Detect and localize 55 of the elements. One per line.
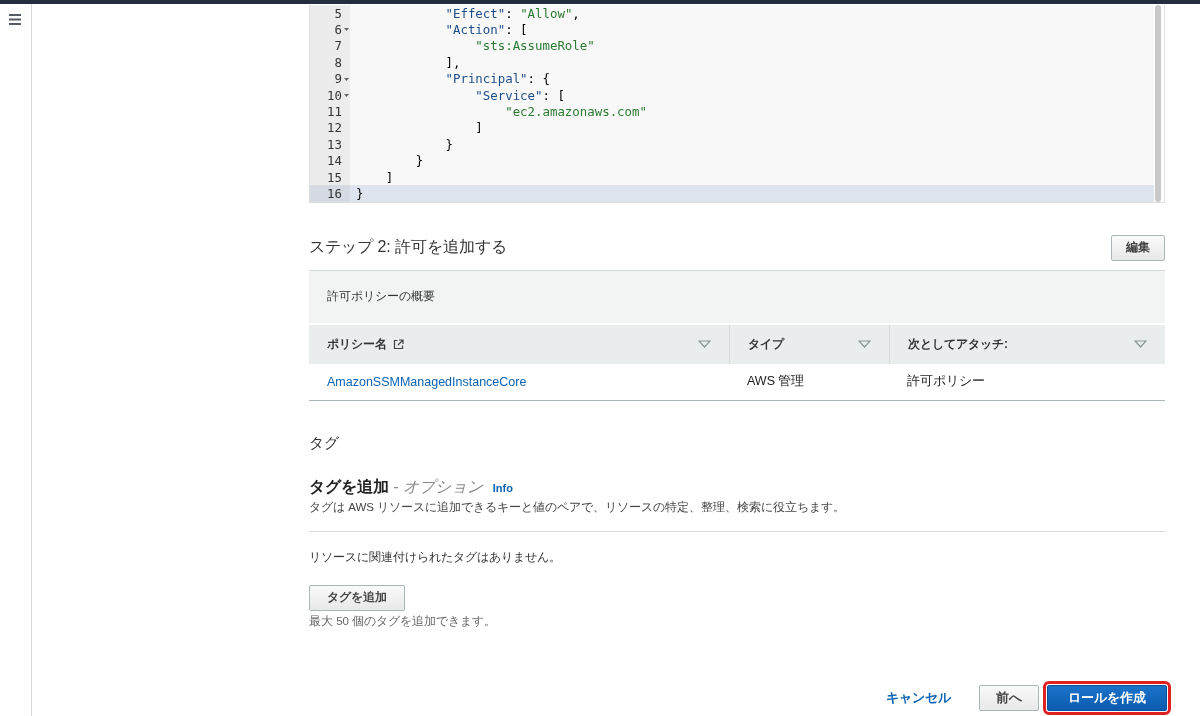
column-header[interactable]: ポリシー名 [309, 324, 729, 364]
code-line: ] [474, 120, 483, 136]
fold-icon[interactable] [344, 93, 349, 97]
code-line: } [355, 186, 364, 201]
add-tag-button[interactable]: タグを追加 [309, 584, 405, 611]
table-cell: 許可ポリシー [907, 373, 985, 391]
sort-icon[interactable] [698, 340, 711, 349]
line-number: 15 [327, 169, 342, 185]
line-number: 6 [334, 22, 342, 38]
column-header[interactable]: 次としてアタッチ: [889, 324, 1165, 364]
code-line: "Service": [ [474, 87, 565, 103]
column-label: 次としてアタッチ: [908, 335, 1008, 353]
code-line: } [414, 153, 424, 169]
column-header[interactable]: タイプ [729, 324, 889, 364]
hint-text: 最大 50 個のタグを追加できます。 [309, 613, 498, 629]
code-line: ] [384, 169, 394, 185]
policy-link[interactable]: AmazonSSMManagedInstanceCore [327, 374, 527, 389]
code-line: ], [444, 54, 461, 70]
line-number: 8 [334, 54, 342, 70]
line-number: 10 [327, 87, 342, 103]
cancel-link[interactable]: キャンセル [886, 689, 951, 707]
line-number: 9 [334, 71, 342, 87]
section-title: タグ [309, 433, 340, 453]
column-label: タイプ [748, 335, 784, 353]
line-number: 5 [334, 5, 342, 21]
line-number: 11 [327, 104, 342, 120]
column-label: ポリシー名 [327, 335, 387, 353]
edit-button[interactable]: 編集 [1111, 234, 1165, 261]
line-number: 12 [327, 120, 342, 136]
line-number: 7 [334, 38, 342, 54]
menu-icon[interactable] [9, 14, 21, 25]
line-number: 14 [327, 153, 342, 169]
fold-icon[interactable] [344, 28, 349, 32]
empty-message: リソースに関連付けられたタグはありません。 [309, 548, 562, 566]
code-editor[interactable]: 5 "Effect": "Allow", 6 "Action": [ 7 "sts:AssumeRole" 8 ], 9 "Principal": { 10 "Service": [ 11 "ec2.amazonaws.com" 12 ] 13 } 14 } 15 ] 16 } [309, 5, 1165, 203]
line-number: 13 [327, 136, 342, 152]
subsection-title: タグを追加 [309, 476, 389, 497]
code-line: "Action": [ [444, 22, 528, 38]
description-text: タグは AWS リソースに追加できるキーと値のペアで、リソースの特定、整理、検索に役立ちます。 [309, 499, 847, 515]
optional-label: - オプション [393, 476, 483, 497]
info-link[interactable]: Info [492, 481, 513, 494]
table-cell: AWS 管理 [747, 373, 805, 391]
section-title: ステップ 2: 許可を追加する [309, 236, 508, 257]
previous-button[interactable]: 前へ [979, 685, 1039, 711]
table-caption: 許可ポリシーの概要 [327, 288, 435, 306]
scrollbar[interactable] [1155, 5, 1161, 202]
fold-icon[interactable] [344, 77, 349, 81]
code-line: "Principal": { [444, 71, 550, 87]
code-line: "Effect": "Allow", [444, 5, 580, 21]
line-number: 16 [327, 186, 342, 201]
sort-icon[interactable] [1134, 340, 1147, 349]
code-line: "sts:AssumeRole" [474, 38, 595, 54]
sort-icon[interactable] [858, 340, 871, 349]
code-line: } [444, 136, 453, 152]
code-line: "ec2.amazonaws.com" [504, 104, 647, 120]
